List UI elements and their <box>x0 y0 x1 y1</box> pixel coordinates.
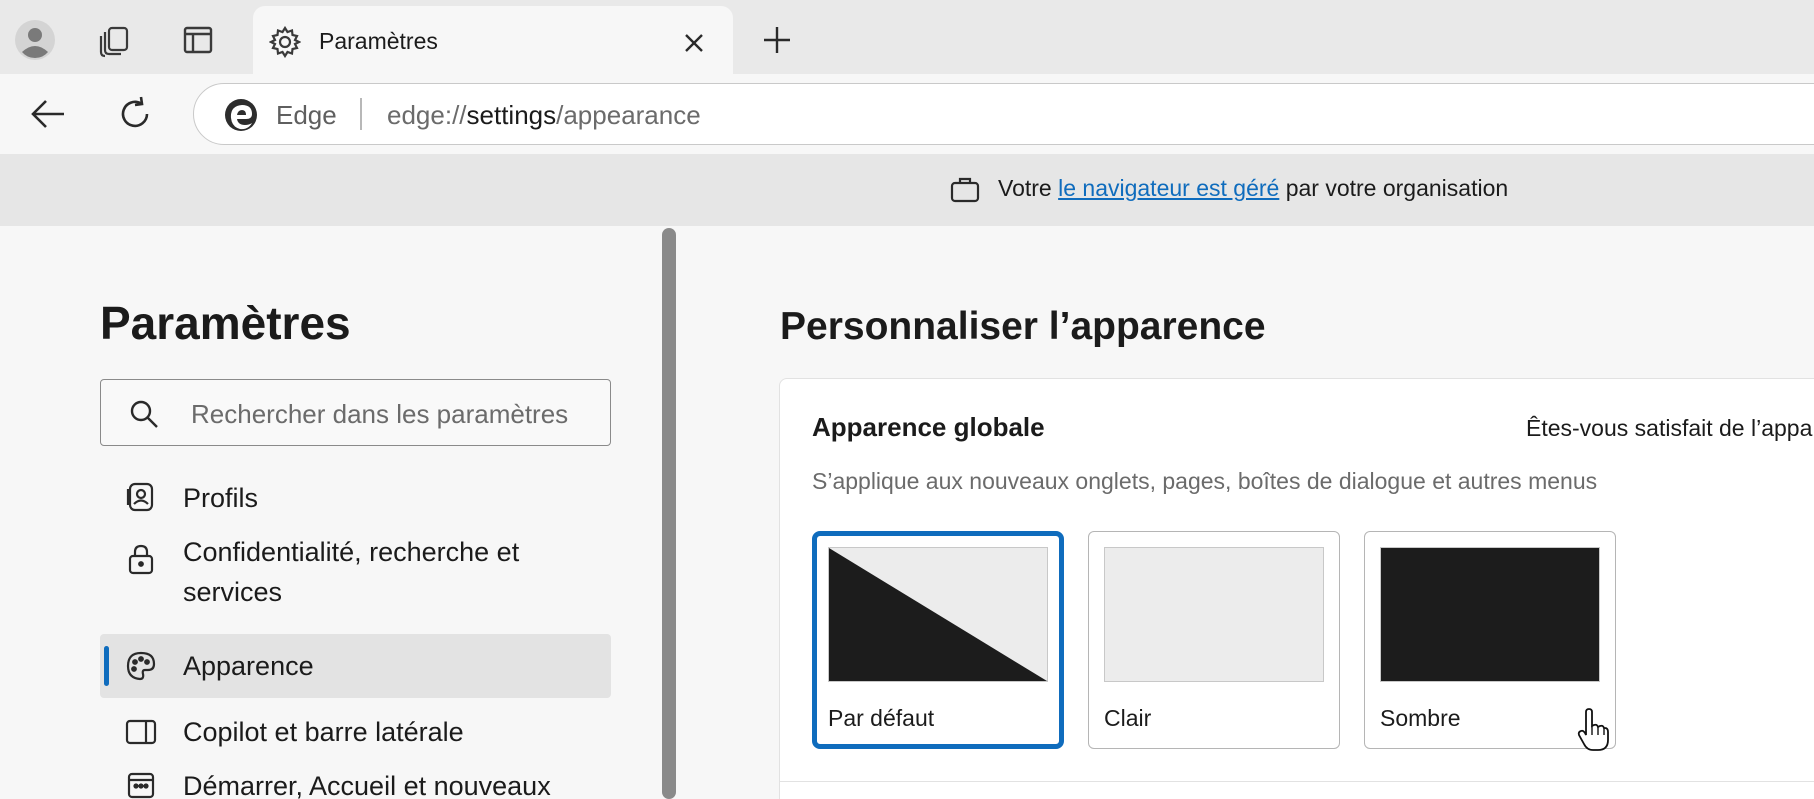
edge-logo-icon <box>225 99 257 131</box>
sidebar-item-label: Démarrer, Accueil et nouveaux <box>183 771 551 799</box>
managed-banner: Votre le navigateur est géré par votre o… <box>0 154 1814 226</box>
hand-cursor-icon <box>1577 708 1609 751</box>
settings-gear-icon <box>265 22 305 62</box>
close-icon[interactable] <box>675 24 713 62</box>
new-tab-icon[interactable] <box>750 16 804 64</box>
feedback-prompt[interactable]: Êtes-vous satisfait de l’appa <box>1526 415 1812 442</box>
refresh-icon[interactable] <box>109 88 161 140</box>
sidebar-item-label: Apparence <box>183 651 314 681</box>
toolbar: Edge edge://settings/appearance <box>0 74 1814 154</box>
theme-preview-light <box>1104 547 1324 682</box>
url-text[interactable]: edge://settings/appearance <box>387 100 701 131</box>
back-arrow-icon[interactable] <box>22 88 74 140</box>
sidebar-scrollbar-thumb[interactable] <box>662 228 676 799</box>
site-identity-label: Edge <box>276 100 337 130</box>
search-icon <box>130 400 158 428</box>
vertical-tabs-icon[interactable] <box>173 16 223 64</box>
managed-link[interactable]: le navigateur est géré <box>1058 175 1279 201</box>
calendar-icon <box>124 768 158 799</box>
briefcase-icon <box>950 177 980 203</box>
sidebar-item-copilot[interactable]: Copilot et barre latérale <box>100 706 611 758</box>
sidebar-item-apparence[interactable]: Apparence <box>100 634 611 698</box>
active-indicator <box>104 646 109 686</box>
sidebar-title: Paramètres <box>100 297 351 349</box>
sidebar-panel-icon <box>124 715 158 749</box>
sidebar-item-label: Copilot et barre latérale <box>183 717 464 747</box>
global-appearance-card: Apparence globale Êtes-vous satisfait de… <box>779 378 1814 799</box>
palette-icon <box>124 649 158 683</box>
managed-banner-text: Votre le navigateur est géré par votre o… <box>998 175 1509 201</box>
theme-label: Par défaut <box>828 705 935 731</box>
card-divider <box>780 781 1814 782</box>
theme-label: Sombre <box>1380 705 1461 731</box>
address-bar[interactable]: Edge edge://settings/appearance <box>193 83 1814 145</box>
settings-search-input[interactable]: Rechercher dans les paramètres <box>100 379 611 446</box>
sidebar-item-label: Profils <box>183 483 259 513</box>
profile-card-icon <box>124 480 158 514</box>
search-placeholder: Rechercher dans les paramètres <box>191 399 569 429</box>
address-separator <box>360 98 362 130</box>
settings-sidebar: Paramètres Rechercher dans les paramètre… <box>0 226 660 799</box>
sidebar-item-privacy[interactable]: Confidentialité, recherche et services <box>100 532 611 616</box>
sidebar-item-label: Confidentialité, recherche et services <box>183 537 520 607</box>
tab-strip: Paramètres <box>0 0 1814 74</box>
page-title: Personnaliser l’apparence <box>780 305 1266 348</box>
tab-title: Paramètres <box>319 28 438 54</box>
theme-label: Clair <box>1104 705 1152 731</box>
theme-option-light[interactable]: Clair <box>1088 531 1340 749</box>
profile-icon[interactable] <box>10 16 60 64</box>
tab-settings[interactable]: Paramètres <box>253 6 733 74</box>
sidebar-item-profils[interactable]: Profils <box>100 475 611 521</box>
sidebar-item-demarrer[interactable]: Démarrer, Accueil et nouveaux <box>100 766 611 799</box>
lock-icon <box>124 542 158 576</box>
theme-preview-default <box>828 547 1048 682</box>
theme-preview-dark <box>1380 547 1600 682</box>
collections-icon[interactable] <box>90 16 140 64</box>
card-title: Apparence globale <box>812 412 1045 442</box>
card-description: S’applique aux nouveaux onglets, pages, … <box>812 468 1598 494</box>
theme-option-default[interactable]: Par défaut <box>812 531 1064 749</box>
